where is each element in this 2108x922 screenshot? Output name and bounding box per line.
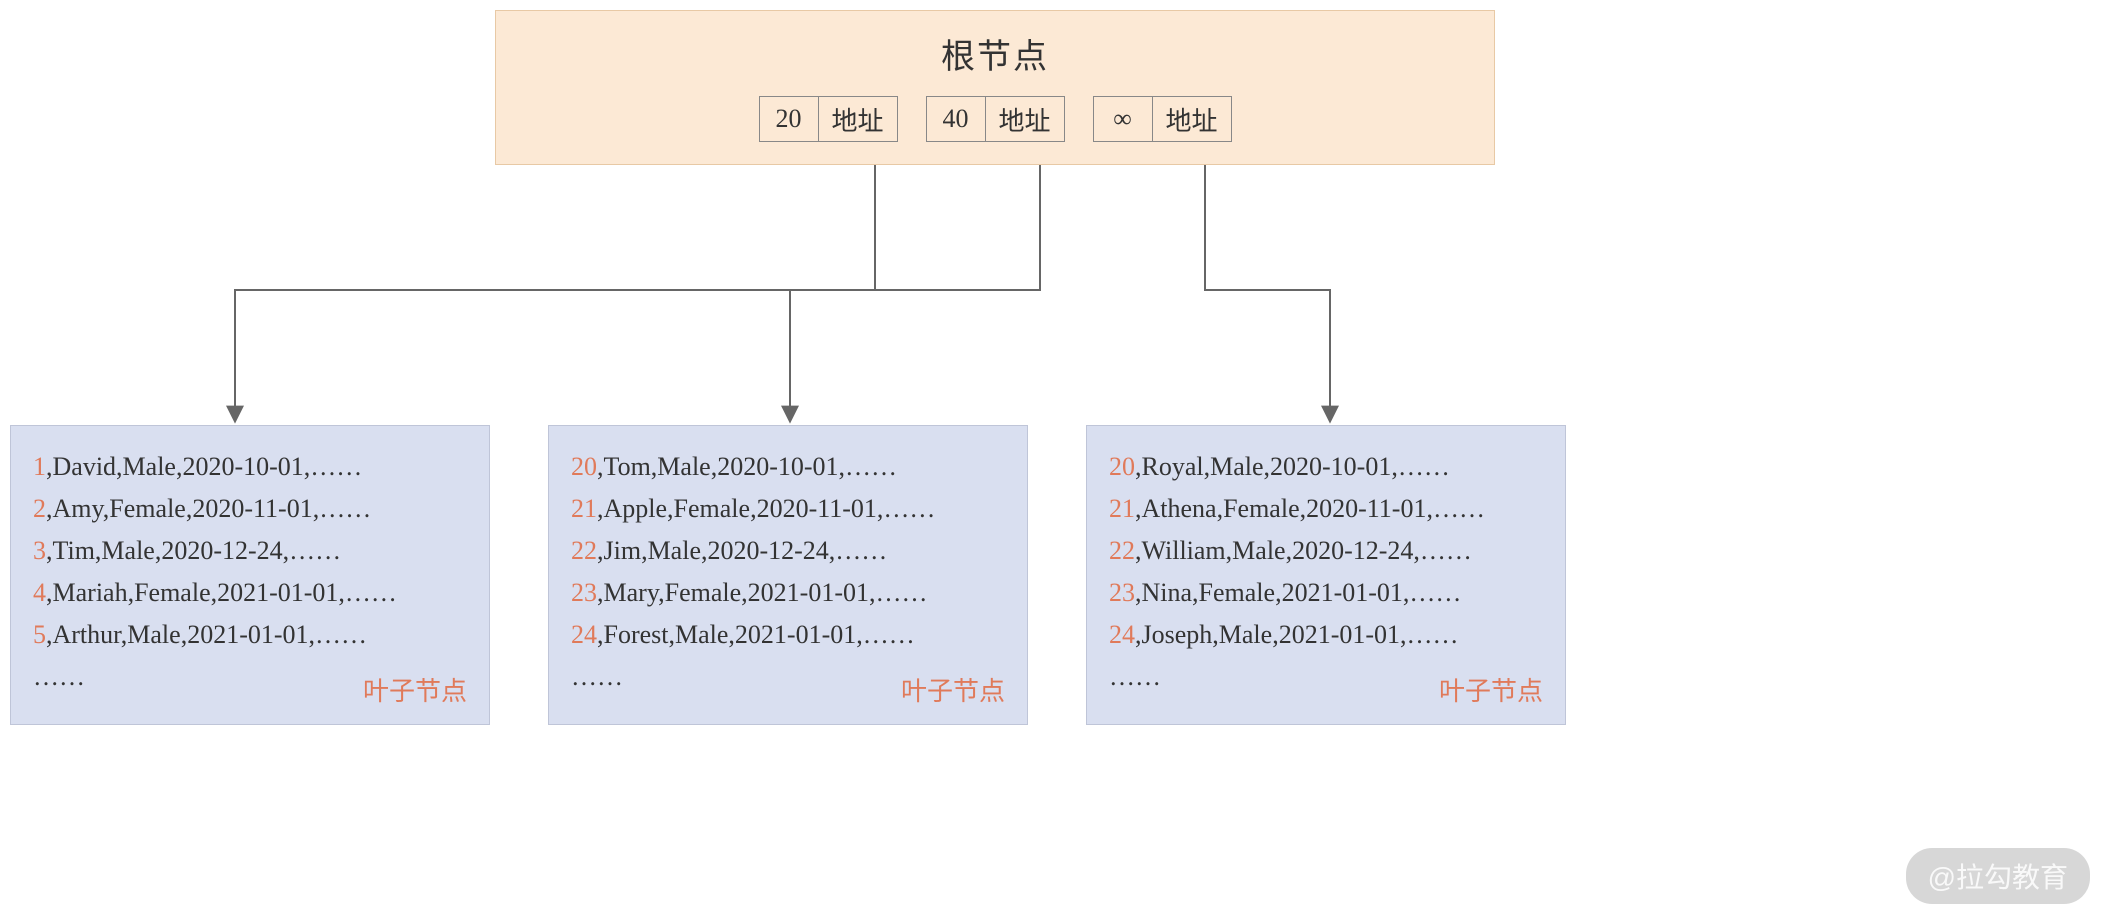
leaf-row: 22,William,Male,2020-12-24,…… — [1109, 530, 1543, 572]
leaf-row: 2,Amy,Female,2020-11-01,…… — [33, 488, 467, 530]
leaf-label: 叶子节点 — [363, 671, 467, 708]
leaf-row: 24,Joseph,Male,2021-01-01,…… — [1109, 614, 1543, 656]
leaf-node-1: 20,Tom,Male,2020-10-01,…… 21,Apple,Femal… — [548, 425, 1028, 725]
leaf-row: 24,Forest,Male,2021-01-01,…… — [571, 614, 1005, 656]
watermark-badge: @拉勾教育 — [1906, 848, 2090, 904]
leaf-node-2: 20,Royal,Male,2020-10-01,…… 21,Athena,Fe… — [1086, 425, 1566, 725]
entry-addr-label: 地址 — [819, 97, 897, 141]
entry-key: ∞ — [1094, 97, 1153, 141]
entry-addr-label: 地址 — [1153, 97, 1231, 141]
leaf-row: 1,David,Male,2020-10-01,…… — [33, 446, 467, 488]
leaf-row: 21,Apple,Female,2020-11-01,…… — [571, 488, 1005, 530]
leaf-row: 20,Royal,Male,2020-10-01,…… — [1109, 446, 1543, 488]
root-title: 根节点 — [496, 29, 1494, 78]
leaf-label: 叶子节点 — [901, 671, 1005, 708]
leaf-row: 23,Nina,Female,2021-01-01,…… — [1109, 572, 1543, 614]
root-entries: 20 地址 40 地址 ∞ 地址 — [496, 96, 1494, 142]
root-entry-1: 40 地址 — [926, 96, 1065, 142]
leaf-row: 21,Athena,Female,2020-11-01,…… — [1109, 488, 1543, 530]
root-entry-2: ∞ 地址 — [1093, 96, 1232, 142]
leaf-row: 5,Arthur,Male,2021-01-01,…… — [33, 614, 467, 656]
root-entry-0: 20 地址 — [759, 96, 898, 142]
root-node: 根节点 20 地址 40 地址 ∞ 地址 — [495, 10, 1495, 165]
leaf-label: 叶子节点 — [1439, 671, 1543, 708]
leaf-row: 20,Tom,Male,2020-10-01,…… — [571, 446, 1005, 488]
leaf-row: 4,Mariah,Female,2021-01-01,…… — [33, 572, 467, 614]
leaf-node-0: 1,David,Male,2020-10-01,…… 2,Amy,Female,… — [10, 425, 490, 725]
leaf-row: 23,Mary,Female,2021-01-01,…… — [571, 572, 1005, 614]
leaf-row: 22,Jim,Male,2020-12-24,…… — [571, 530, 1005, 572]
leaf-row: 3,Tim,Male,2020-12-24,…… — [33, 530, 467, 572]
entry-key: 40 — [927, 97, 986, 141]
entry-addr-label: 地址 — [986, 97, 1064, 141]
entry-key: 20 — [760, 97, 819, 141]
